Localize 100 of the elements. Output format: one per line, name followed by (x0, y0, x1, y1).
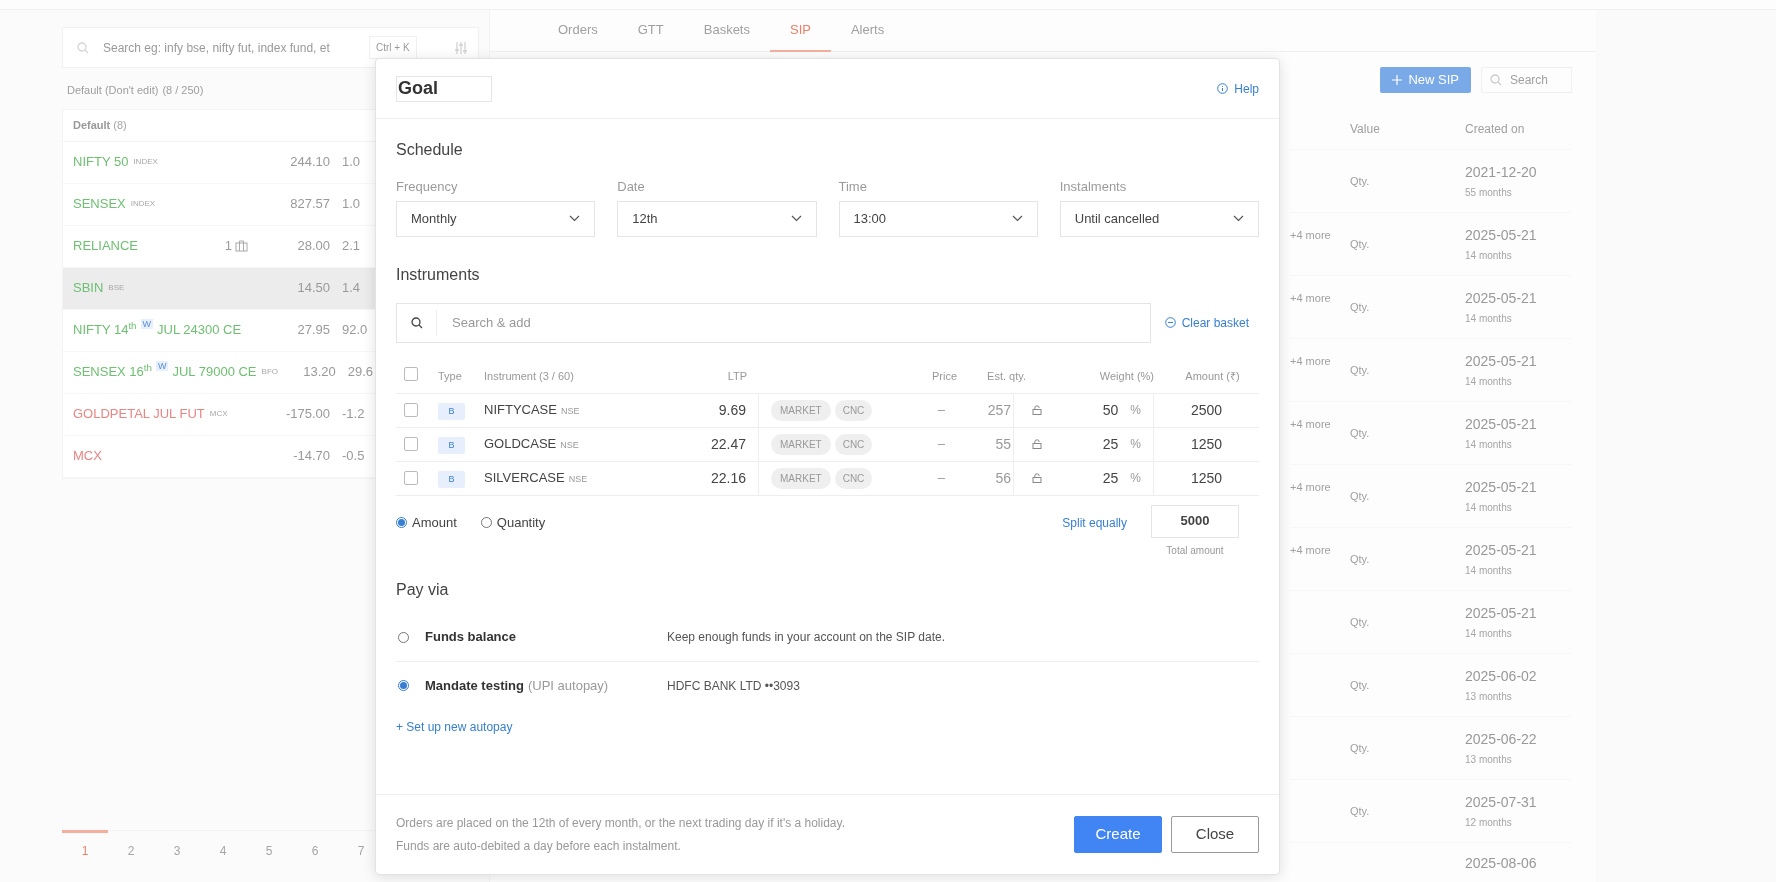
tab[interactable]: GTT (617, 10, 684, 52)
create-button[interactable]: Create (1074, 816, 1162, 853)
weekly-tag: W (140, 318, 154, 329)
clear-basket-link[interactable]: Clear basket (1164, 313, 1249, 332)
title-field[interactable]: Goal (396, 75, 492, 102)
created-date: 2025-05-21 (1465, 226, 1538, 245)
table-cell: Qty. (1350, 490, 1370, 502)
exchange-tag: NSE (560, 405, 580, 419)
column-header: Amount (₹) (1184, 368, 1241, 384)
search-input[interactable]: Search eg: infy bse, nifty fut, index fund, et (103, 38, 365, 57)
age-text: 14 months (1465, 375, 1513, 389)
table-cell: Qty. (1350, 301, 1370, 313)
instrument-name: JUL 79000 CE (172, 363, 257, 382)
page-tab[interactable]: 1 (62, 830, 108, 868)
column-header: Est. qty. (986, 368, 1026, 384)
amount-field[interactable]: 2500 (1154, 399, 1259, 421)
more-count: +4 more (1290, 355, 1331, 367)
total-amount-field[interactable]: 5000 (1151, 504, 1239, 538)
created-date: 2025-06-22 (1465, 730, 1538, 749)
page-tab[interactable]: 5 (246, 830, 292, 868)
search-field[interactable]: Search eg: infy bse, nifty fut, index fund, et Ctrl + K (62, 27, 479, 68)
age-text: 13 months (1465, 690, 1513, 704)
buy-badge: B (438, 437, 465, 454)
help-link[interactable]: Help (1217, 79, 1259, 98)
instrument-name: NIFTYCASE (484, 401, 557, 420)
tab[interactable]: Orders (538, 10, 618, 52)
tab[interactable]: Baskets (683, 10, 770, 52)
table-cell: 22.16 (684, 461, 759, 495)
field-label: Total amount (1166, 543, 1224, 558)
page-tab[interactable]: 4 (200, 830, 246, 868)
close-button[interactable]: Close (1171, 816, 1259, 853)
page-tab[interactable]: 7 (338, 830, 384, 868)
amount-field[interactable]: 1250 (1154, 467, 1259, 489)
footer-note: Orders are placed on the 12th of every month, or the next trading day if it's a holiday. (396, 815, 845, 832)
option-description: HDFC BANK LTD ••3093 (667, 677, 800, 695)
dropdown[interactable]: Until cancelled (1059, 200, 1259, 237)
created-date: 2021-12-20 (1465, 163, 1538, 182)
checkbox[interactable] (404, 471, 418, 485)
amount-field[interactable]: 1250 (1154, 433, 1259, 455)
exchange-tag: INDEX (130, 198, 156, 210)
search-field[interactable]: Search & add (396, 302, 1151, 343)
sliders-icon (454, 40, 468, 55)
dropdown[interactable]: 12th (617, 200, 817, 237)
more-count: +4 more (1290, 229, 1331, 241)
weight-field[interactable]: 50 (1102, 399, 1119, 421)
more-count: +4 more (1290, 481, 1331, 493)
holdings-count: 1 (224, 237, 232, 256)
search-icon (410, 316, 423, 329)
table-cell-text: – (936, 469, 946, 488)
age-text: 14 months (1465, 627, 1513, 641)
order-type-chip[interactable]: MARKET (771, 433, 831, 455)
checkbox[interactable] (404, 403, 418, 417)
product-chip[interactable]: CNC (834, 467, 873, 489)
column-header: Price (930, 368, 958, 384)
dropdown[interactable]: Monthly (396, 200, 596, 237)
weekly-tag: W (155, 360, 169, 371)
search-input[interactable]: Search (1510, 71, 1565, 89)
search-icon (77, 41, 89, 54)
change-percent: -1.2 (341, 405, 366, 424)
table-cell: Qty. (1350, 427, 1370, 439)
option-subtitle: (UPI autopay) (527, 676, 609, 695)
age-text: 14 months (1465, 249, 1513, 263)
watchlist-name: Default (Don't edit) (67, 83, 159, 98)
field-label: Time (838, 178, 868, 196)
dropdown[interactable]: 13:00 (838, 200, 1038, 237)
checkbox[interactable] (404, 437, 418, 451)
page-tab[interactable]: 2 (108, 830, 154, 868)
radio-button[interactable] (398, 680, 409, 691)
unit-text: % (1130, 436, 1141, 453)
product-chip[interactable]: CNC (834, 433, 873, 455)
checkbox[interactable] (404, 366, 418, 381)
tab[interactable]: Alerts (830, 10, 905, 52)
radio-label: Amount (412, 513, 457, 532)
price: 244.10 (289, 153, 330, 172)
split-equally-link[interactable]: Split equally (1062, 513, 1127, 532)
page-tab[interactable]: 6 (292, 830, 338, 868)
new-sip-button[interactable]: New SIP (1380, 67, 1471, 93)
weight-field[interactable]: 25 (1102, 433, 1119, 455)
exchange-tag: BFO (261, 366, 278, 378)
tab[interactable]: SIP (770, 10, 831, 52)
order-type-chip[interactable]: MARKET (771, 399, 831, 421)
product-chip[interactable]: CNC (834, 399, 873, 421)
change-percent: 1.0 (341, 153, 362, 172)
buy-badge: B (438, 471, 465, 488)
created-date: 2025-05-21 (1465, 541, 1538, 560)
more-count: +4 more (1290, 544, 1331, 556)
change-percent: 2.1 (341, 237, 362, 256)
radio-label: Quantity (496, 513, 546, 532)
instrument-name: SENSEX 16$^{th}$ (73, 362, 152, 382)
instrument-name: RELIANCE (73, 237, 139, 256)
created-date: 2025-06-02 (1465, 667, 1538, 686)
age-text: 13 months (1465, 753, 1513, 767)
weight-field[interactable]: 25 (1102, 467, 1119, 489)
table-cell: Qty. (1350, 742, 1370, 754)
order-type-chip[interactable]: MARKET (771, 467, 831, 489)
page-tab[interactable]: 3 (154, 830, 200, 868)
search-field[interactable]: Search (1481, 67, 1572, 93)
section-title: Pay via (396, 579, 450, 600)
option-description: Keep enough funds in your account on the SIP date. (667, 629, 945, 646)
setup-autopay-link[interactable]: + Set up new autopay (396, 717, 513, 736)
